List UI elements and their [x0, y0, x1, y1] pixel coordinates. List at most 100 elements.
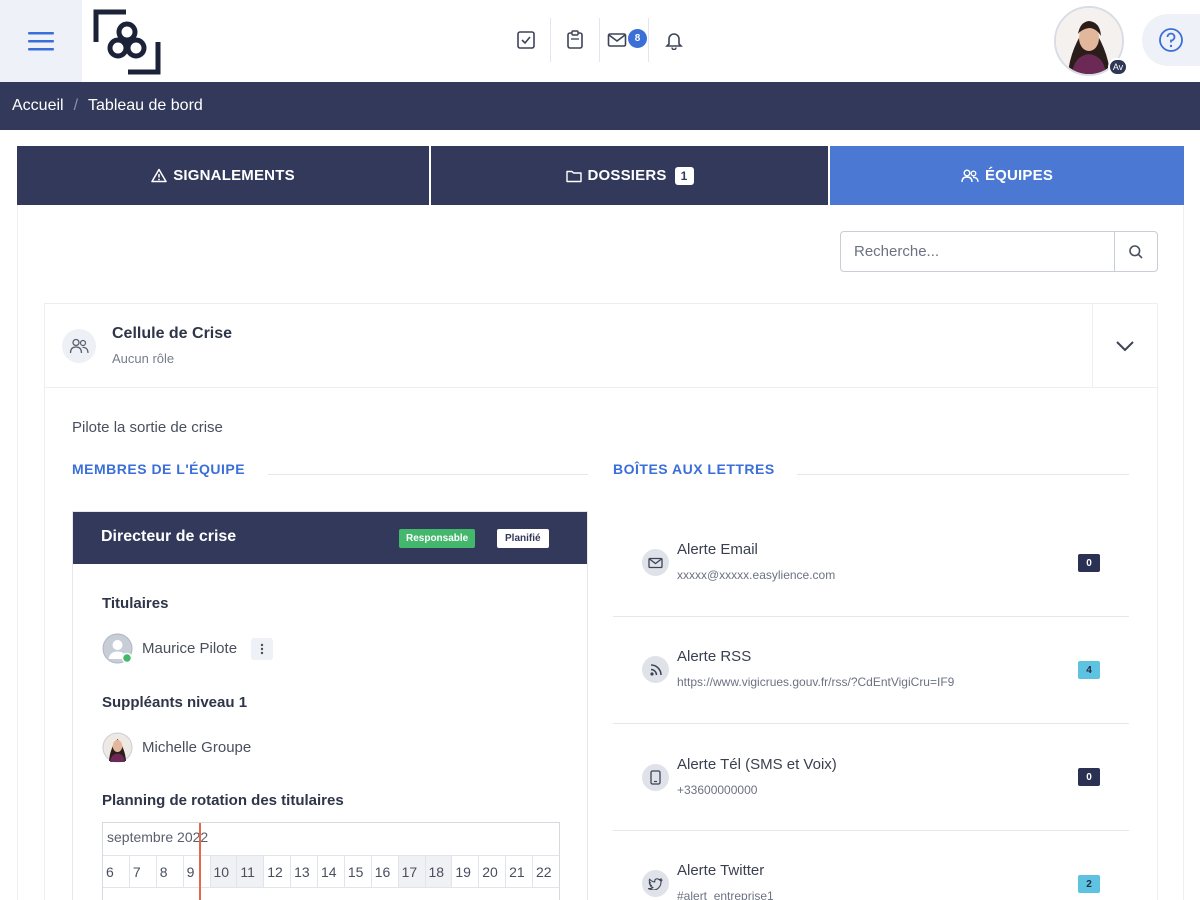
members-section-divider [268, 474, 588, 475]
menu-toggle-button[interactable] [0, 0, 82, 82]
breadcrumb: Accueil / Tableau de bord [0, 82, 1200, 130]
calendar-day[interactable]: 11 [237, 856, 265, 887]
app-logo[interactable] [92, 8, 162, 76]
mailboxes-section-divider [797, 474, 1129, 475]
calendar-day[interactable]: 18 [425, 856, 453, 887]
role-title: Directeur de crise [101, 528, 237, 545]
breadcrumb-current: Tableau de bord [88, 97, 203, 114]
calendar-day[interactable]: 13 [291, 856, 318, 887]
mailbox-address: xxxxx@xxxxx.easylience.com [677, 568, 836, 582]
deputy-avatar [102, 732, 133, 763]
mailbox-count-badge: 4 [1078, 661, 1100, 679]
check-square-icon [517, 31, 535, 49]
chevron-down-icon [1116, 341, 1134, 352]
mailbox-item[interactable]: Alerte Tél (SMS et Voix) +33600000000 0 [613, 724, 1129, 831]
mailbox-item[interactable]: Alerte Twitter #alert_entreprise1 2 [613, 831, 1129, 900]
mailbox-count-badge: 0 [1078, 554, 1100, 572]
notifications-button[interactable] [649, 18, 698, 62]
mailbox-icon-wrap [642, 764, 669, 791]
mailbox-item[interactable]: Alerte RSS https://www.vigicrues.gouv.fr… [613, 617, 1129, 724]
tab-label: SIGNALEMENTS [173, 167, 295, 184]
calendar-day[interactable]: 21 [506, 856, 533, 887]
calendar-day[interactable]: 16 [372, 856, 399, 887]
mailbox-icon-wrap [642, 656, 669, 683]
mailbox-count-badge: 0 [1078, 768, 1100, 786]
tab-signalements[interactable]: SIGNALEMENTS [17, 146, 431, 205]
help-button[interactable] [1142, 14, 1200, 66]
twitter-icon [648, 877, 663, 890]
calendar-day[interactable]: 10 [210, 856, 238, 887]
mailboxes-section-title: BOÎTES AUX LETTRES [613, 461, 775, 477]
tab-label: DOSSIERS [587, 167, 667, 184]
warning-icon [151, 168, 167, 183]
role-card-header: Directeur de crise Responsable Planifié [73, 512, 587, 564]
breadcrumb-separator: / [73, 97, 79, 114]
search-button[interactable] [1114, 232, 1157, 271]
mailbox-item[interactable]: Alerte Email xxxxx@xxxxx.easylience.com … [613, 510, 1129, 617]
breadcrumb-home-link[interactable]: Accueil [12, 97, 64, 115]
hamburger-icon [28, 32, 54, 51]
envelope-icon [648, 557, 663, 568]
users-icon [69, 338, 89, 354]
team-role: Aucun rôle [112, 351, 175, 366]
clipboard-button[interactable] [551, 18, 600, 62]
calendar-month: septembre 2022 [107, 829, 209, 845]
team-collapse-button[interactable] [1092, 304, 1157, 388]
avatar-status-badge: Av [1108, 58, 1128, 76]
dossiers-count-badge: 1 [674, 166, 694, 185]
tab-equipes[interactable]: ÉQUIPES [830, 146, 1184, 205]
phone-icon [650, 770, 661, 785]
bell-icon [664, 33, 683, 50]
calendar-day[interactable]: 20 [479, 856, 507, 887]
team-description: Pilote la sortie de crise [72, 419, 223, 436]
mailbox-name: Alerte Twitter [677, 862, 765, 879]
mail-count-badge: 8 [628, 29, 647, 48]
deputy-entry: Michelle Groupe [102, 732, 251, 763]
deputy-name[interactable]: Michelle Groupe [142, 739, 251, 756]
holders-title: Titulaires [102, 595, 169, 612]
team-card-header[interactable]: Cellule de Crise Aucun rôle [45, 304, 1157, 388]
search-input[interactable] [841, 232, 1114, 271]
calendar-day[interactable]: 6 [103, 856, 130, 887]
users-icon [961, 169, 979, 182]
question-circle-icon [1159, 28, 1183, 52]
dashboard-tabs: SIGNALEMENTS DOSSIERS 1 ÉQUIPES [17, 146, 1184, 205]
team-icon-wrap [62, 329, 96, 363]
mailbox-name: Alerte RSS [677, 648, 752, 665]
mailbox-name: Alerte Tél (SMS et Voix) [677, 756, 837, 773]
search-icon [1129, 244, 1143, 259]
team-search [840, 231, 1158, 272]
calendar-day[interactable]: 17 [398, 856, 426, 887]
calendar-day[interactable]: 14 [318, 856, 345, 887]
team-name: Cellule de Crise [112, 325, 233, 342]
holder-options-button[interactable] [251, 637, 274, 660]
tab-dossiers[interactable]: DOSSIERS 1 [431, 146, 830, 205]
responsible-badge: Responsable [399, 529, 476, 548]
planned-badge: Planifié [497, 529, 549, 548]
calendar-day[interactable]: 12 [264, 856, 292, 887]
mailbox-address: #alert_entreprise1 [677, 889, 774, 900]
tasks-button[interactable] [502, 18, 551, 62]
holder-entry: Maurice Pilote [102, 633, 274, 664]
deputies-title: Suppléants niveau 1 [102, 694, 248, 711]
tab-label: ÉQUIPES [984, 167, 1054, 184]
holder-avatar [102, 633, 133, 664]
members-section-title: MEMBRES DE L'ÉQUIPE [72, 461, 246, 477]
holder-name[interactable]: Maurice Pilote [142, 640, 237, 657]
top-bar: 8 Av [0, 0, 1200, 82]
rotation-calendar[interactable]: septembre 2022 6 7 8 9 10 11 12 13 14 15… [102, 822, 560, 900]
mailbox-icon-wrap [642, 549, 669, 576]
messages-button[interactable]: 8 [600, 18, 649, 62]
clipboard-icon [567, 30, 583, 49]
calendar-day[interactable]: 15 [345, 856, 372, 887]
folder-icon [565, 170, 582, 182]
rotation-title: Planning de rotation des titulaires [102, 792, 344, 809]
calendar-day[interactable]: 8 [157, 856, 184, 887]
mailbox-icon-wrap [642, 870, 669, 897]
calendar-day[interactable]: 19 [452, 856, 480, 887]
mail-icon [607, 33, 627, 47]
mailbox-address: https://www.vigicrues.gouv.fr/rss/?CdEnt… [677, 675, 955, 689]
calendar-day[interactable]: 7 [130, 856, 157, 887]
calendar-day[interactable]: 9 [184, 856, 211, 887]
calendar-day[interactable]: 22 [533, 856, 559, 887]
